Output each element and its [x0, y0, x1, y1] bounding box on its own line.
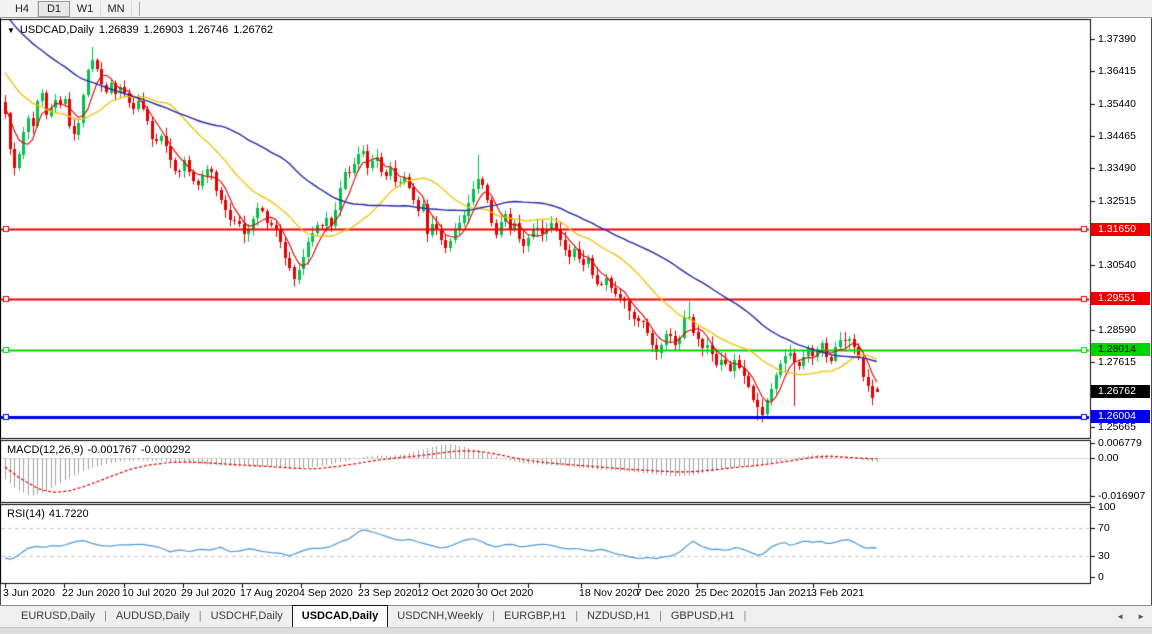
chart-tab-bar: EURUSD,Daily|AUDUSD,Daily|USDCHF,DailyUS…: [0, 605, 1152, 627]
timeframe-button-w1[interactable]: W1: [70, 1, 101, 17]
rsi-axis-label: 70: [1098, 522, 1110, 534]
chart-tab-nzdusd[interactable]: NZDUSD,H1: [578, 606, 659, 627]
bottom-strip: [0, 627, 1152, 634]
macd-indicator-label: MACD(12,26,9)-0.001767-0.000292: [7, 444, 195, 456]
chart-tab-eurusd[interactable]: EURUSD,Daily: [12, 606, 104, 627]
timeframe-button-mn[interactable]: MN: [101, 1, 132, 17]
price-tick-label: 1.32515: [1098, 195, 1136, 207]
price-tick-label: 1.30540: [1098, 259, 1136, 271]
date-tick-label: 12 Oct 2020: [417, 587, 474, 599]
date-tick-label: 30 Oct 2020: [476, 587, 533, 599]
quote-low: 1.26746: [188, 24, 228, 36]
price-tick-label: 1.34465: [1098, 130, 1136, 142]
price-tick-label: 1.37390: [1098, 33, 1136, 45]
chart-canvas[interactable]: [0, 0, 1152, 634]
rsi-axis-label: 30: [1098, 550, 1110, 562]
price-tick-label: 1.35440: [1098, 98, 1136, 110]
quote-high: 1.26903: [144, 24, 184, 36]
quote-close: 1.26762: [233, 24, 273, 36]
tab-scroll-left-icon[interactable]: ◄: [1116, 612, 1124, 621]
price-tick-label: 1.33490: [1098, 162, 1136, 174]
rsi-axis-label: 100: [1098, 501, 1116, 513]
date-tick-label: 7 Dec 2020: [636, 587, 690, 599]
rsi-indicator-label: RSI(14)41.7220: [7, 508, 93, 520]
date-tick-label: 10 Jul 2020: [122, 587, 176, 599]
current-price-tag: 1.26762: [1091, 385, 1150, 398]
symbol-label: USDCAD,Daily: [20, 24, 94, 36]
date-tick-label: 3 Jun 2020: [3, 587, 55, 599]
price-tick-label: 1.36415: [1098, 65, 1136, 77]
rsi-axis-label: 0: [1098, 571, 1104, 583]
hline-price-tag[interactable]: 1.28014: [1091, 343, 1150, 356]
date-tick-label: 29 Jul 2020: [181, 587, 235, 599]
chart-tab-eurgbp[interactable]: EURGBP,H1: [495, 606, 575, 627]
date-tick-label: 4 Sep 2020: [299, 587, 353, 599]
date-tick-label: 23 Sep 2020: [358, 587, 418, 599]
date-tick-label: 3 Feb 2021: [811, 587, 864, 599]
tab-separator: |: [743, 606, 746, 627]
chart-tab-usdchf[interactable]: USDCHF,Daily: [202, 606, 292, 627]
chart-tab-audusd[interactable]: AUDUSD,Daily: [107, 606, 199, 627]
chart-tab-gbpusd[interactable]: GBPUSD,H1: [662, 606, 744, 627]
macd-axis-label: 0.006779: [1098, 437, 1142, 449]
quote-open: 1.26839: [99, 24, 139, 36]
tab-scroll-right-icon[interactable]: ►: [1137, 612, 1145, 621]
chart-title: ▼ USDCAD,Daily 1.26839 1.26903 1.26746 1.2676…: [7, 24, 273, 36]
timeframe-button-h4[interactable]: H4: [7, 1, 38, 17]
date-tick-label: 17 Aug 2020: [240, 587, 299, 599]
tab-scroll-buttons: ◄►: [1116, 612, 1145, 621]
hline-price-tag[interactable]: 1.31650: [1091, 223, 1150, 236]
hline-price-tag[interactable]: 1.29551: [1091, 292, 1150, 305]
mt4-chart-window: H4 D1 W1 MN ▼ USDCAD,Daily 1.26839 1.26903 1…: [0, 0, 1152, 634]
date-tick-label: 18 Nov 2020: [579, 587, 639, 599]
chart-tab-usdcad[interactable]: USDCAD,Daily: [292, 605, 388, 627]
price-tick-label: 1.28590: [1098, 324, 1136, 336]
chart-tab-usdcnh[interactable]: USDCNH,Weekly: [388, 606, 492, 627]
chevron-down-icon[interactable]: ▼: [7, 26, 15, 35]
timeframe-toolbar: H4 D1 W1 MN: [0, 0, 1152, 18]
timeframe-button-d1[interactable]: D1: [38, 1, 70, 17]
toolbar-divider: [139, 2, 140, 16]
hline-price-tag[interactable]: 1.26004: [1091, 410, 1150, 423]
date-tick-label: 25 Dec 2020: [695, 587, 755, 599]
macd-axis-label: 0.00: [1098, 452, 1118, 464]
date-tick-label: 15 Jan 2021: [754, 587, 812, 599]
price-tick-label: 1.27615: [1098, 356, 1136, 368]
date-tick-label: 22 Jun 2020: [62, 587, 120, 599]
